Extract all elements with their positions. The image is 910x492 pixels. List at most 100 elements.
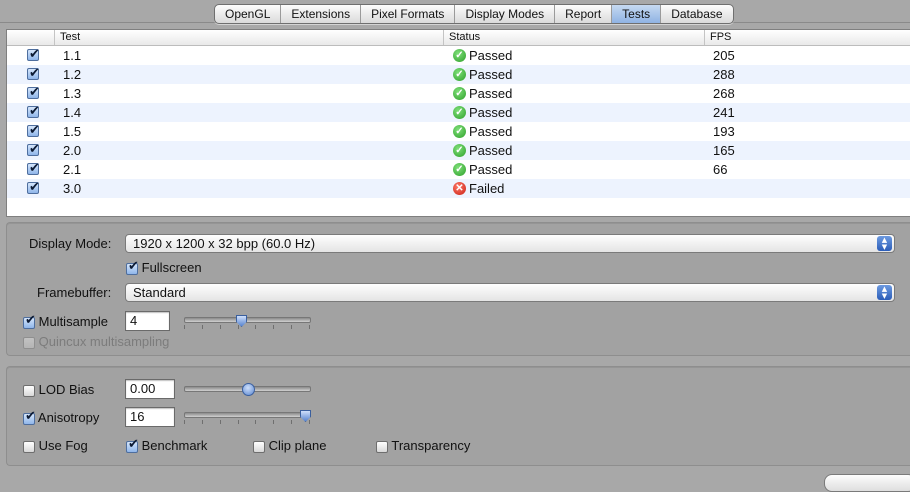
fullscreen-check-box[interactable]	[126, 259, 139, 275]
anisotropy-label: Anisotropy	[37, 410, 100, 425]
anisotropy-slider[interactable]	[184, 410, 311, 426]
table-row[interactable]: 1.5 ✓Passed 193	[7, 121, 910, 141]
table-row[interactable]: 3.0 ✕Failed	[7, 178, 910, 198]
status-cell: ✓ Passed	[444, 160, 704, 179]
benchmark-checkbox[interactable]: Benchmark	[126, 437, 208, 453]
status-text: Passed	[469, 86, 513, 101]
fps-cell: 268	[713, 86, 735, 101]
multisample-check-box[interactable]	[23, 313, 36, 329]
anisotropy-check-box[interactable]	[23, 409, 36, 425]
row-check-cell	[7, 178, 55, 198]
up-down-arrows-icon: ▲ ▼	[877, 236, 892, 251]
fps-cell: 241	[713, 105, 735, 120]
table-row[interactable]: 1.1 ✓Passed 205	[7, 45, 910, 65]
row-enable-checkbox[interactable]	[27, 159, 40, 178]
multisample-slider-ticks	[184, 325, 311, 330]
framebuffer-popup[interactable]: Standard ▲ ▼	[125, 283, 895, 302]
status-cell: ✓ Passed	[444, 46, 704, 65]
multisample-checkbox[interactable]: Multisample	[23, 313, 108, 329]
benchmark-label: Benchmark	[141, 438, 208, 453]
multisample-label: Multisample	[38, 314, 108, 329]
checkmark-circle-icon: ✓	[453, 49, 466, 62]
tab-tests[interactable]: Tests	[612, 5, 662, 23]
row-enable-checkbox[interactable]	[27, 140, 40, 159]
test-cell: 1.4	[63, 105, 82, 120]
tab-opengl[interactable]: OpenGL	[215, 5, 282, 23]
multisample-slider-track	[184, 317, 311, 323]
status-text: Passed	[469, 67, 513, 82]
transparency-check-box[interactable]	[376, 440, 388, 453]
table-row[interactable]: 1.3 ✓Passed 268	[7, 83, 910, 103]
partial-button[interactable]	[824, 474, 910, 492]
display-mode-popup[interactable]: 1920 x 1200 x 32 bpp (60.0 Hz) ▲ ▼	[125, 234, 895, 253]
anisotropy-checkbox[interactable]: Anisotropy	[23, 409, 100, 425]
anisotropy-slider-ticks	[184, 420, 311, 425]
row-check-cell	[7, 140, 55, 160]
status-cell: ✓ Passed	[444, 122, 704, 141]
status-cell: ✓ Passed	[444, 84, 704, 103]
multisample-slider[interactable]	[184, 315, 311, 331]
table-row[interactable]: 1.4 ✓Passed 241	[7, 102, 910, 122]
lod-bias-slider-knob[interactable]	[242, 383, 255, 396]
row-enable-checkbox[interactable]	[27, 64, 40, 83]
display-mode-value: 1920 x 1200 x 32 bpp (60.0 Hz)	[133, 236, 316, 251]
transparency-label: Transparency	[391, 438, 471, 453]
tab-extensions[interactable]: Extensions	[281, 5, 362, 23]
use-fog-checkbox[interactable]: Use Fog	[23, 438, 88, 453]
checkmark-circle-icon: ✓	[453, 68, 466, 81]
lod-bias-slider[interactable]	[184, 381, 311, 397]
row-check-cell	[7, 121, 55, 141]
tab-display-modes[interactable]: Display Modes	[455, 5, 556, 23]
test-cell: 1.3	[63, 86, 82, 101]
row-enable-checkbox[interactable]	[27, 45, 40, 64]
display-mode-label: Display Mode:	[29, 236, 112, 251]
column-header-test[interactable]: Test	[54, 30, 443, 45]
anisotropy-field[interactable]: 16	[125, 407, 175, 427]
anisotropy-slider-track	[184, 412, 311, 418]
row-enable-checkbox[interactable]	[27, 178, 40, 197]
table-row[interactable]: 2.0 ✓Passed 165	[7, 140, 910, 160]
clip-plane-label: Clip plane	[268, 438, 327, 453]
lod-bias-check-box[interactable]	[23, 384, 35, 397]
fps-cell: 66	[713, 162, 728, 177]
lod-bias-checkbox[interactable]: LOD Bias	[23, 382, 94, 397]
tab-group: OpenGL Extensions Pixel Formats Display …	[214, 4, 734, 24]
x-circle-icon: ✕	[453, 182, 466, 195]
fps-cell: 288	[713, 67, 735, 82]
tab-pixel-formats[interactable]: Pixel Formats	[361, 5, 456, 23]
table-row[interactable]: 1.2 ✓Passed 288	[7, 64, 910, 84]
table-body: 1.1✓Passed2051.2✓Passed2881.3✓Passed2681…	[7, 45, 910, 198]
tab-bar: OpenGL Extensions Pixel Formats Display …	[0, 0, 910, 24]
use-fog-check-box[interactable]	[23, 440, 35, 453]
use-fog-label: Use Fog	[38, 438, 88, 453]
table-row[interactable]: 2.1 ✓Passed 66	[7, 159, 910, 179]
fullscreen-checkbox[interactable]: Fullscreen	[126, 259, 202, 275]
tab-database[interactable]: Database	[661, 5, 732, 23]
transparency-checkbox[interactable]: Transparency	[376, 438, 470, 453]
test-cell: 1.1	[63, 48, 82, 63]
row-enable-checkbox[interactable]	[27, 121, 40, 140]
rendering-options-group: LOD Bias 0.00 Anisotropy 16 Use Fog Benc…	[6, 366, 910, 466]
checkmark-circle-icon: ✓	[453, 125, 466, 138]
status-text: Passed	[469, 124, 513, 139]
quincux-check-box[interactable]	[23, 336, 35, 349]
multisample-field[interactable]: 4	[125, 311, 170, 331]
column-header-check[interactable]	[7, 30, 54, 45]
row-enable-checkbox[interactable]	[27, 83, 40, 102]
framebuffer-label: Framebuffer:	[37, 285, 112, 300]
column-header-status[interactable]: Status	[443, 30, 704, 45]
clip-plane-checkbox[interactable]: Clip plane	[253, 438, 326, 453]
clip-plane-check-box[interactable]	[253, 440, 265, 453]
row-enable-checkbox[interactable]	[27, 102, 40, 121]
fps-cell	[704, 179, 910, 198]
benchmark-check-box[interactable]	[126, 437, 139, 453]
status-text: Passed	[469, 105, 513, 120]
checkmark-circle-icon: ✓	[453, 106, 466, 119]
tab-report[interactable]: Report	[555, 5, 613, 23]
column-header-fps[interactable]: FPS	[704, 30, 910, 45]
status-text: Passed	[469, 143, 513, 158]
lod-bias-field[interactable]: 0.00	[125, 379, 175, 399]
tests-table: Test Status FPS 1.1✓Passed2051.2✓Passed2…	[6, 29, 910, 217]
test-cell: 2.0	[63, 143, 82, 158]
quincux-checkbox[interactable]: Quincux multisampling	[23, 334, 169, 349]
